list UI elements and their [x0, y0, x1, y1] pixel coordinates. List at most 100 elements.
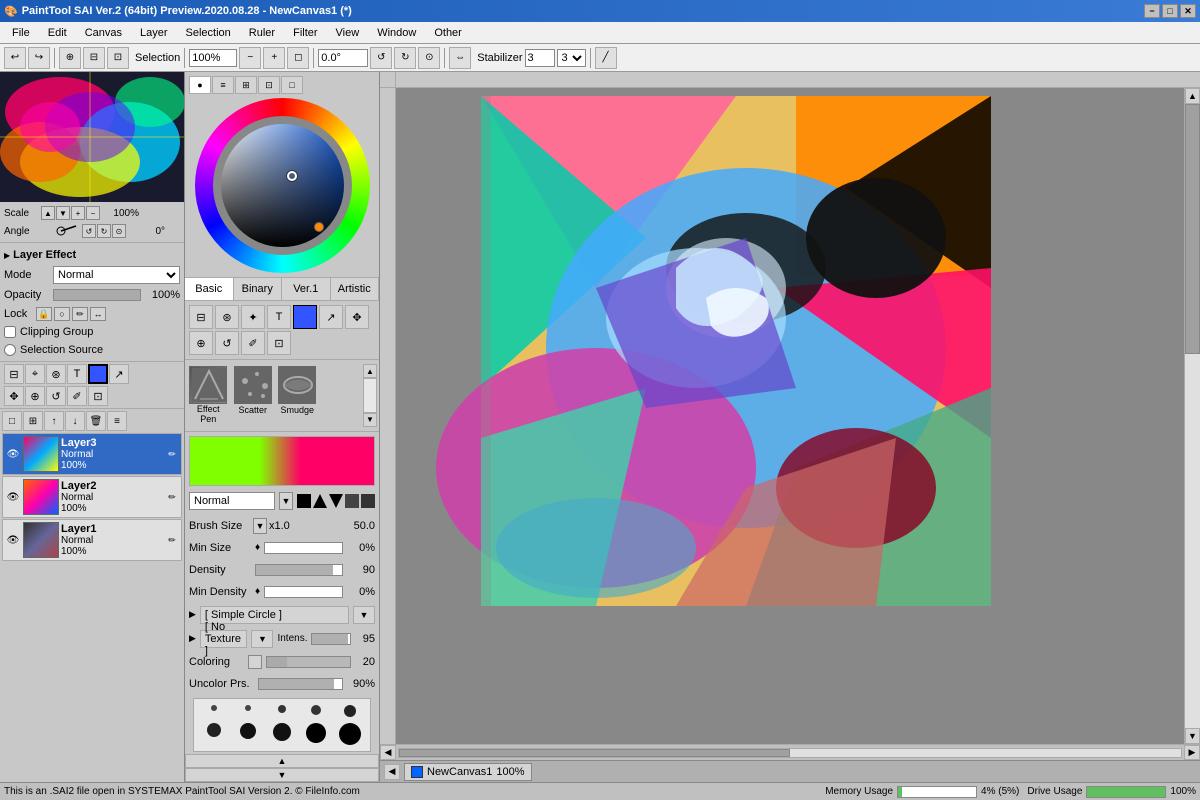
rotate-ccw-button[interactable]: ↺ — [370, 47, 392, 69]
shape-dark[interactable] — [361, 494, 375, 508]
color-wheel-container[interactable] — [195, 98, 370, 273]
tool-rect-select[interactable]: ⊟ — [4, 364, 24, 384]
shape-triangle-up[interactable] — [313, 494, 327, 508]
angle-cw[interactable]: ↻ — [97, 224, 111, 238]
color-gradient-box[interactable] — [221, 124, 344, 247]
menu-ruler[interactable]: Ruler — [241, 25, 283, 41]
scale-add[interactable]: + — [71, 206, 85, 220]
brush-tool-zoom2[interactable]: ⊕ — [189, 331, 213, 355]
menu-edit[interactable]: Edit — [40, 25, 75, 41]
scatter-item[interactable]: Scatter — [232, 364, 275, 427]
shape-triangle-down[interactable] — [329, 494, 343, 508]
effect-scroll-up[interactable]: ▲ — [363, 364, 377, 378]
new-layer-set-button[interactable]: ⊞ — [23, 411, 43, 431]
angle-input[interactable] — [318, 49, 368, 67]
vscroll-up[interactable]: ▲ — [1185, 88, 1200, 104]
brush-tool-lasso[interactable]: ⊛ — [215, 305, 239, 329]
brush-tab-ver1[interactable]: Ver.1 — [282, 278, 331, 300]
color-tab-swatch[interactable]: ⊡ — [258, 76, 280, 94]
zoom-out-button[interactable]: − — [239, 47, 261, 69]
brush-tool-rect[interactable]: ⊟ — [189, 305, 213, 329]
zoom-input[interactable] — [189, 49, 237, 67]
brush-tool-bucket2[interactable]: ⊡ — [267, 331, 291, 355]
hscroll-left[interactable]: ◀ — [380, 745, 396, 760]
restore-button[interactable]: □ — [1162, 4, 1178, 18]
lock-paint[interactable]: ✏ — [72, 307, 88, 321]
eyedropper-button[interactable]: ╱ — [595, 47, 617, 69]
hscroll-right[interactable]: ▶ — [1184, 745, 1200, 760]
brush-tool-text[interactable]: T — [267, 305, 291, 329]
canvas-tab-1[interactable]: NewCanvas1 100% — [404, 763, 532, 781]
tool-rotate[interactable]: ↺ — [46, 386, 66, 406]
menu-canvas[interactable]: Canvas — [77, 25, 130, 41]
tool-lasso[interactable]: ⊛ — [46, 364, 66, 384]
selection-source-radio[interactable] — [4, 344, 16, 356]
minimize-button[interactable]: − — [1144, 4, 1160, 18]
scale-sub[interactable]: − — [86, 206, 100, 220]
lock-opacity[interactable]: ○ — [54, 307, 70, 321]
delete-layer-button[interactable]: 🗑 — [86, 411, 106, 431]
color-swatch-main[interactable] — [88, 364, 108, 384]
select-lasso-button[interactable]: ⊡ — [107, 47, 129, 69]
brush-tab-binary[interactable]: Binary — [234, 278, 283, 300]
tool-move[interactable]: ✥ — [4, 386, 24, 406]
menu-selection[interactable]: Selection — [178, 25, 239, 41]
layer1-visibility[interactable]: 👁 — [5, 532, 21, 548]
angle-ccw[interactable]: ↺ — [82, 224, 96, 238]
layer-down-button[interactable]: ↓ — [65, 411, 85, 431]
color-swatch-display[interactable] — [293, 305, 317, 329]
color-tab-history[interactable]: □ — [281, 76, 303, 94]
color-tab-mixer[interactable]: ⊞ — [235, 76, 257, 94]
layer2-visibility[interactable]: 👁 — [5, 489, 21, 505]
mode-select[interactable]: Normal Multiply Screen — [53, 266, 180, 284]
min-density-bar[interactable] — [264, 586, 343, 598]
scale-down[interactable]: ▼ — [56, 206, 70, 220]
tool-bucket[interactable]: ⊡ — [88, 386, 108, 406]
color-arrow-btn[interactable]: ↗ — [319, 305, 343, 329]
redo-button[interactable]: ↪ — [28, 47, 50, 69]
texture-arrow[interactable]: ▶ — [189, 633, 196, 644]
zoom-fit-button[interactable]: ◻ — [287, 47, 309, 69]
clipping-group-checkbox[interactable] — [4, 326, 16, 338]
layer1-edit[interactable]: ✏ — [165, 533, 179, 547]
select-rect-button[interactable]: ⊟ — [83, 47, 105, 69]
close-button[interactable]: ✕ — [1180, 4, 1196, 18]
scale-up[interactable]: ▲ — [41, 206, 55, 220]
menu-filter[interactable]: Filter — [285, 25, 325, 41]
color-tab-slider[interactable]: ≡ — [212, 76, 234, 94]
lock-all[interactable]: 🔒 — [36, 307, 52, 321]
layer-item-1[interactable]: 👁 Layer1 Normal 100% ✏ — [2, 519, 182, 561]
tool-text[interactable]: T — [67, 364, 87, 384]
flip-button[interactable]: ⇔ — [449, 47, 471, 69]
tool-color-wheel[interactable]: ↗ — [109, 364, 129, 384]
vscroll-thumb[interactable] — [1185, 104, 1200, 354]
min-size-bar[interactable] — [264, 542, 343, 554]
zoom-in-button[interactable]: + — [263, 47, 285, 69]
layer-up-button[interactable]: ↑ — [44, 411, 64, 431]
shape-round[interactable] — [345, 494, 359, 508]
effect-pen-item[interactable]: EffectPen — [187, 364, 230, 427]
brush-panel-scroll-up[interactable]: ▲ — [185, 754, 379, 768]
stabilizer-input[interactable] — [525, 49, 555, 67]
brush-mode-arrow[interactable]: ▼ — [279, 492, 293, 510]
layer-item-3[interactable]: 👁 Layer3 Normal 100% ✏ — [2, 433, 182, 475]
intensity-bar[interactable] — [311, 633, 351, 645]
brush-tab-basic[interactable]: Basic — [185, 278, 234, 300]
layer-item-2[interactable]: 👁 Layer2 Normal 100% ✏ — [2, 476, 182, 518]
density-bar[interactable] — [255, 564, 343, 576]
undo-button[interactable]: ↩ — [4, 47, 26, 69]
layer3-edit[interactable]: ✏ — [165, 447, 179, 461]
shape-arrow[interactable]: ▶ — [189, 609, 196, 620]
rotate-cw-button[interactable]: ↻ — [394, 47, 416, 69]
layer2-edit[interactable]: ✏ — [165, 490, 179, 504]
lock-move[interactable]: ↔ — [90, 307, 106, 321]
brush-tool-eyedrop[interactable]: ✐ — [241, 331, 265, 355]
texture-options-btn[interactable]: ▼ — [251, 630, 273, 648]
opacity-bar[interactable] — [53, 289, 141, 301]
shape-options-btn[interactable]: ▼ — [353, 606, 375, 624]
layer-effect-header[interactable]: ▶ Layer Effect — [4, 245, 180, 265]
brush-size-arrow[interactable]: ▼ — [253, 518, 267, 534]
tool-eyedropper[interactable]: ✐ — [67, 386, 87, 406]
smudge-item[interactable]: Smudge — [276, 364, 319, 427]
brush-tool-transform[interactable]: ✥ — [345, 305, 369, 329]
